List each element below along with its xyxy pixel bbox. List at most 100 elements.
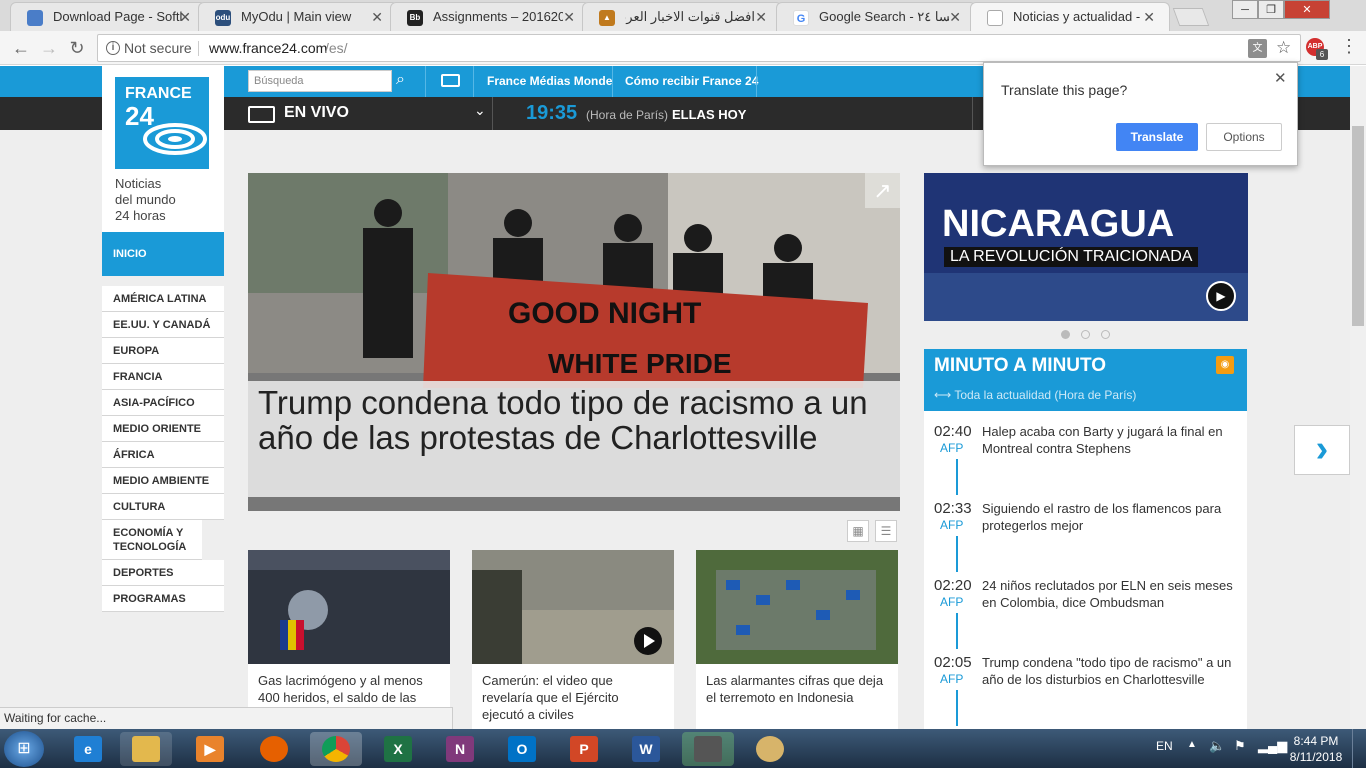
close-icon[interactable]: ✕ (1143, 9, 1155, 26)
taskbar-media[interactable]: ▶ (184, 732, 236, 766)
mail-icon[interactable] (441, 74, 460, 87)
star-icon[interactable]: ☆ (1276, 35, 1291, 61)
minute-item[interactable]: 02:40 AFP Halep acaba con Barty y jugará… (924, 423, 1247, 500)
maximize-button[interactable]: ❐ (1258, 0, 1284, 19)
minute-item[interactable]: 02:05 AFP Trump condena "todo tipo de ra… (924, 654, 1247, 731)
translate-button[interactable]: Translate (1116, 123, 1198, 151)
chevron-down-icon[interactable]: ⌄ (474, 102, 486, 119)
chevron-right-icon[interactable]: › (1294, 425, 1350, 475)
sidebar-item-inicio[interactable]: INICIO (102, 232, 224, 276)
close-icon[interactable]: ✕ (371, 9, 383, 26)
minute-item[interactable]: 02:20 AFP 24 niños reclutados por ELN en… (924, 577, 1247, 654)
live-label[interactable]: EN VIVO (284, 104, 349, 122)
search-icon[interactable]: ⌕ (396, 71, 414, 89)
hero-headline[interactable]: Trump condena todo tipo de racismo a un … (258, 385, 888, 455)
article-thumb-1[interactable] (248, 550, 450, 664)
tab-france24[interactable]: Noticias y actualidad - Info ✕ (970, 2, 1170, 32)
promo-banner[interactable]: NICARAGUA LA REVOLUCIÓN TRAICIONADA ▶ (924, 173, 1248, 321)
taskbar-onenote[interactable]: N (434, 732, 486, 766)
taskbar-ie[interactable]: e (62, 732, 114, 766)
clock[interactable]: 8:44 PM 8/11/2018 (1288, 733, 1344, 765)
search-input[interactable]: Búsqueda (248, 70, 392, 92)
reload-icon[interactable]: ↻ (65, 36, 89, 60)
divider (612, 66, 613, 97)
tab-myodu[interactable]: odu MyOdu | Main view ✕ (198, 2, 398, 31)
sidebar-item-economia[interactable]: ECONOMÍA Y TECNOLOGÍA (102, 520, 202, 560)
sidebar-item-medio-ambiente[interactable]: MEDIO AMBIENTE (102, 468, 224, 494)
address-bar[interactable]: i Not secure www.france24.com /es/ 文 ☆ (97, 34, 1301, 62)
taskbar-word[interactable]: W (620, 732, 672, 766)
close-icon[interactable]: ✕ (755, 9, 767, 26)
taskbar-powerpoint[interactable]: P (558, 732, 610, 766)
carousel-dot-active[interactable] (1061, 330, 1070, 339)
back-icon[interactable]: ← (9, 36, 33, 60)
hero-article[interactable]: GOOD NIGHT WHITE PRIDE ↗ Trump condena t… (248, 173, 900, 511)
promo-title: NICARAGUA (942, 203, 1175, 245)
show-desktop-button[interactable] (1352, 729, 1366, 768)
options-button[interactable]: Options (1206, 123, 1282, 151)
taskbar-chrome[interactable] (310, 732, 362, 766)
language-indicator[interactable]: EN (1156, 739, 1173, 753)
rss-icon[interactable]: ◉ (1216, 356, 1234, 374)
link-como-recibir[interactable]: Cómo recibir France 24 (625, 74, 758, 88)
article-thumb-3[interactable] (696, 550, 898, 664)
action-center-icon[interactable]: ⚑ (1234, 738, 1246, 754)
start-button[interactable]: ⊞ (4, 731, 44, 767)
carousel-dot[interactable] (1081, 330, 1090, 339)
sidebar-item-deportes[interactable]: DEPORTES (102, 560, 224, 586)
minimize-button[interactable]: ─ (1232, 0, 1258, 19)
live-show[interactable]: ELLAS HOY (672, 107, 746, 122)
close-icon[interactable]: ✕ (1274, 69, 1287, 87)
taskbar-explorer[interactable] (120, 732, 172, 766)
taskbar-usb[interactable] (682, 732, 734, 766)
sidebar-item-eeuu-canada[interactable]: EE.UU. Y CANADÁ (102, 312, 224, 338)
link-france-medias[interactable]: France Médias Monde (487, 74, 612, 88)
close-icon[interactable]: ✕ (949, 9, 961, 26)
sidebar-item-francia[interactable]: FRANCIA (102, 364, 224, 390)
article-thumb-2[interactable] (472, 550, 674, 664)
article-caption-3[interactable]: Las alarmantes cifras que deja el terrem… (696, 664, 898, 730)
sidebar-item-cultura[interactable]: CULTURA (102, 494, 224, 520)
network-icon[interactable]: ▂▄▆ (1258, 738, 1287, 754)
status-bubble: Waiting for cache... (0, 707, 453, 729)
new-tab-button[interactable] (1172, 8, 1210, 26)
minute-item[interactable]: 02:33 AFP Siguiendo el rastro de los fla… (924, 500, 1247, 577)
sidebar-item-asia-pacifico[interactable]: ASIA-PACÍFICO (102, 390, 224, 416)
tab-arabic-news[interactable]: ▲ افضل قنوات الاخبار العربية | الم ✕ (582, 2, 782, 31)
list-view-icon[interactable]: ☰ (875, 520, 897, 542)
window-close-button[interactable]: ✕ (1284, 0, 1330, 19)
scrollbar[interactable] (1350, 66, 1366, 729)
taskbar-paint[interactable] (744, 732, 796, 766)
sidebar-item-medio-oriente[interactable]: MEDIO ORIENTE (102, 416, 224, 442)
play-icon[interactable]: ▶ (1206, 281, 1236, 311)
grid-view-icon[interactable]: ▦ (847, 520, 869, 542)
chrome-icon (322, 736, 350, 762)
tray-expand-icon[interactable]: ▲ (1187, 739, 1197, 750)
menu-icon[interactable]: ⋮ (1340, 37, 1358, 55)
minute-title[interactable]: MINUTO A MINUTO (934, 355, 1106, 377)
share-icon[interactable]: ↗ (865, 173, 900, 208)
translate-icon[interactable]: 文 (1248, 39, 1267, 58)
info-icon[interactable]: i (106, 41, 120, 55)
scrollbar-thumb[interactable] (1352, 126, 1364, 326)
tab-google-search[interactable]: G Google Search - فرنسا ٢٤ ✕ (776, 2, 976, 31)
tab-softlay[interactable]: Download Page - Softlay ✕ (10, 2, 206, 31)
france24-logo[interactable]: FRANCE 24 (115, 77, 209, 169)
tab-assignments[interactable]: Bb Assignments – 201620_SP ✕ (390, 2, 590, 31)
taskbar-firefox[interactable] (248, 732, 300, 766)
volume-icon[interactable]: 🔈 (1209, 738, 1225, 754)
taskbar-outlook[interactable]: O (496, 732, 548, 766)
sidebar-item-america-latina[interactable]: AMÉRICA LATINA (102, 286, 224, 312)
forward-icon[interactable]: → (37, 36, 61, 60)
thumb-image (472, 550, 674, 664)
taskbar-excel[interactable]: X (372, 732, 424, 766)
site-logo[interactable]: FRANCE 24 Noticias del mundo 24 horas (102, 66, 224, 232)
close-icon[interactable]: ✕ (563, 9, 575, 26)
sidebar-item-europa[interactable]: EUROPA (102, 338, 224, 364)
close-icon[interactable]: ✕ (179, 9, 191, 26)
carousel-dot[interactable] (1101, 330, 1110, 339)
sidebar-item-africa[interactable]: ÁFRICA (102, 442, 224, 468)
sidebar-item-programas[interactable]: PROGRAMAS (102, 586, 224, 612)
minute-subtitle[interactable]: ⟷ Toda la actualidad (Hora de París) (934, 388, 1136, 402)
article-caption-2[interactable]: Camerún: el video que revelaría que el E… (472, 664, 674, 730)
